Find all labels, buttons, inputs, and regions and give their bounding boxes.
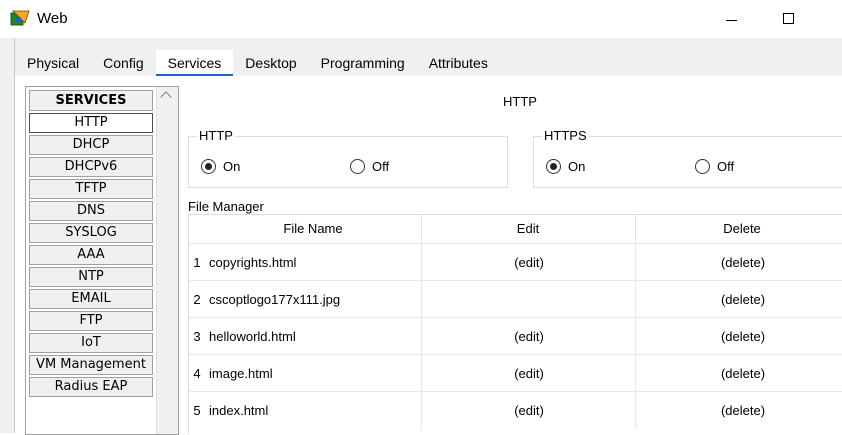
row-number: 3 [193,329,201,344]
delete-link[interactable]: (delete) [635,244,842,281]
https-off-radio[interactable]: Off [695,159,734,174]
service-item-dhcpv6[interactable]: DHCPv6 [29,157,153,177]
delete-link[interactable]: (delete) [635,392,842,429]
tab-attributes[interactable]: Attributes [417,50,500,76]
file-name: cscoptlogo177x111.jpg [209,292,341,307]
tab-physical[interactable]: Physical [15,50,91,76]
http-on-radio[interactable]: On [201,159,240,174]
delete-link[interactable]: (delete) [635,318,842,355]
table-row: 5 index.html (edit) (delete) [189,391,842,429]
page-title: HTTP [503,94,537,109]
service-item-syslog[interactable]: SYSLOG [29,223,153,243]
service-item-vm-management[interactable]: VM Management [29,355,153,375]
https-group: HTTPS On Off [533,128,842,188]
radio-selected-icon [546,159,561,174]
file-name: helloworld.html [209,329,296,344]
https-on-radio[interactable]: On [546,159,585,174]
service-item-dns[interactable]: DNS [29,201,153,221]
services-scrollbar[interactable] [156,87,178,434]
row-number: 2 [193,292,201,307]
service-item-iot[interactable]: IoT [29,333,153,353]
window-title: Web [37,10,68,27]
minimize-button[interactable] [712,6,752,32]
table-row: 1 copyrights.html (edit) (delete) [189,243,842,281]
service-item-aaa[interactable]: AAA [29,245,153,265]
app-icon [10,10,30,26]
tab-services[interactable]: Services [155,50,234,76]
tab-programming[interactable]: Programming [309,50,417,76]
row-number: 5 [193,403,201,418]
edit-link[interactable]: (edit) [421,244,636,281]
title-bar: Web [0,0,842,38]
radio-empty-icon [350,159,365,174]
column-header-edit: Edit [421,215,636,243]
table-row: 2 cscoptlogo177x111.jpg (delete) [189,280,842,318]
file-name: index.html [209,403,269,418]
delete-link[interactable]: (delete) [635,281,842,318]
tab-bar: Physical Config Services Desktop Program… [15,50,500,76]
services-list: SERVICES HTTP DHCP DHCPv6 TFTP DNS SYSLO… [25,86,179,435]
tab-config[interactable]: Config [91,50,155,76]
radio-selected-icon [201,159,216,174]
delete-link[interactable]: (delete) [635,355,842,392]
service-item-dhcp[interactable]: DHCP [29,135,153,155]
scroll-up-icon[interactable] [160,91,172,103]
row-number: 1 [193,255,201,270]
radio-empty-icon [695,159,710,174]
https-group-label: HTTPS [542,128,589,143]
service-item-email[interactable]: EMAIL [29,289,153,309]
table-header: File Name Edit Delete [189,215,842,243]
service-item-tftp[interactable]: TFTP [29,179,153,199]
maximize-button[interactable] [768,6,808,32]
http-group: HTTP On Off [188,128,508,188]
column-header-file-name: File Name [205,215,422,243]
service-item-radius-eap[interactable]: Radius EAP [29,377,153,397]
table-row: 3 helloworld.html (edit) (delete) [189,317,842,355]
file-name: copyrights.html [209,255,297,270]
row-number: 4 [193,366,201,381]
edit-link[interactable]: (edit) [421,318,636,355]
edit-link [421,281,636,318]
edit-link[interactable]: (edit) [421,355,636,392]
http-off-radio[interactable]: Off [350,159,389,174]
service-item-http[interactable]: HTTP [29,113,153,133]
service-item-ftp[interactable]: FTP [29,311,153,331]
service-item-ntp[interactable]: NTP [29,267,153,287]
edit-link[interactable]: (edit) [421,392,636,429]
file-manager-label: File Manager [188,199,264,214]
file-manager-table: File Name Edit Delete 1 copyrights.html … [188,214,842,434]
column-header-delete: Delete [723,221,761,236]
services-header: SERVICES [29,90,153,111]
file-name: image.html [209,366,273,381]
http-group-label: HTTP [197,128,235,143]
tab-desktop[interactable]: Desktop [233,50,308,76]
table-row: 4 image.html (edit) (delete) [189,354,842,392]
